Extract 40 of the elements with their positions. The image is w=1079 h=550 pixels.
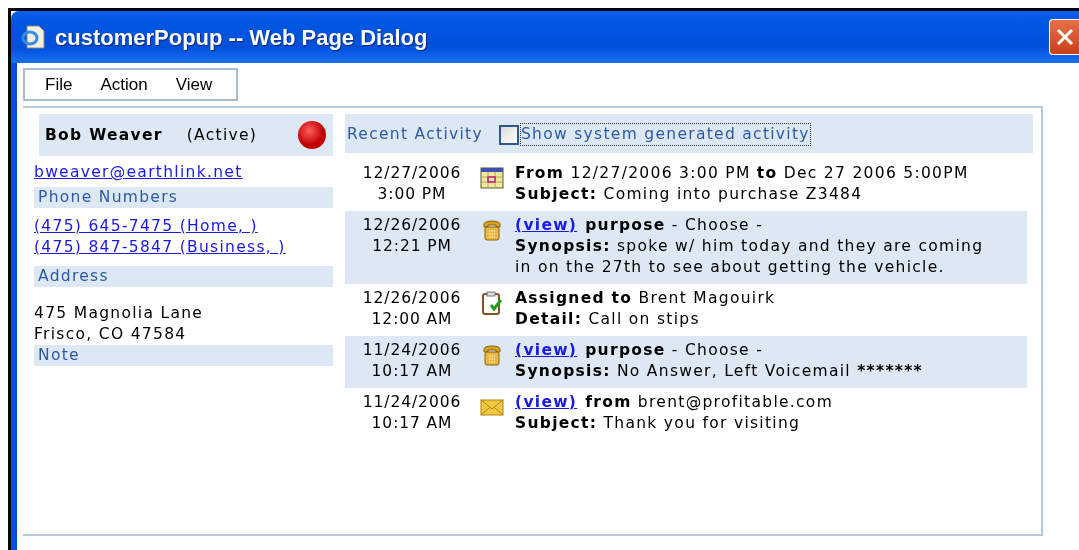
customer-name: Bob Weaver [45, 124, 163, 146]
email-link[interactable]: bweaver@earthlink.net [34, 162, 333, 183]
activity-text: Subject: Thank you for visiting [515, 413, 802, 434]
status-dot-icon [297, 120, 327, 150]
checkbox[interactable] [498, 124, 519, 145]
window-title: customerPopup -- Web Page Dialog [55, 26, 428, 48]
activity-datetime: 12/26/2006 12:21 PM [361, 215, 463, 257]
section-heading: Recent Activity [347, 124, 483, 145]
section-heading: Phone Numbers [34, 187, 333, 208]
activity-text: From 12/27/2006 3:00 PM to Dec 27 2006 5:00PM [515, 163, 970, 184]
section-heading: Note [34, 345, 333, 366]
phone-link[interactable]: (475) 645-7475 (Home, ) [34, 216, 333, 237]
activity-datetime: 12/26/2006 12:00 AM [361, 288, 463, 330]
menu-item[interactable]: View [171, 74, 237, 95]
activity-text: purpose - Choose - [585, 216, 764, 234]
close-button[interactable] [1049, 19, 1079, 55]
activity-text: Assigned to Brent Magouirk [515, 288, 777, 309]
view-link[interactable]: (view) [515, 393, 578, 411]
menu-item[interactable]: File [41, 74, 97, 95]
activity-text: Detail: Call on stips [515, 309, 701, 330]
activity-text: Subject: Coming into purchase Z3484 [515, 184, 864, 205]
view-link[interactable]: (view) [515, 216, 578, 234]
calendar-icon [479, 165, 505, 191]
activity-datetime: 11/24/2006 10:17 AM [361, 392, 463, 434]
activity-text: from brent@profitable.com [585, 393, 834, 411]
view-link[interactable]: (view) [515, 341, 578, 359]
checkbox-label[interactable]: Show system generated activity [520, 124, 810, 145]
activity-text: Synopsis: No Answer, Left Voicemail ******* [515, 361, 924, 382]
activity-datetime: 12/27/2006 3:00 PM [361, 163, 463, 205]
activity-text: Synopsis: spoke w/ him today and they are coming in on the 27th to see about getting the vehicle. [515, 236, 985, 278]
customer-status: (Active) [186, 124, 258, 146]
address-text: 475 Magnolia Lane Frisco, CO 47584 [34, 303, 205, 345]
close-icon [1054, 27, 1075, 47]
menu-item[interactable]: Action [96, 74, 172, 95]
activity-datetime: 11/24/2006 10:17 AM [361, 340, 463, 382]
clipboard-check-icon [479, 290, 505, 316]
activity-text: purpose - Choose - [585, 341, 764, 359]
app-icon [21, 24, 47, 50]
section-heading: Address [34, 266, 333, 287]
phone-link[interactable]: (475) 847-5847 (Business, ) [34, 237, 333, 258]
